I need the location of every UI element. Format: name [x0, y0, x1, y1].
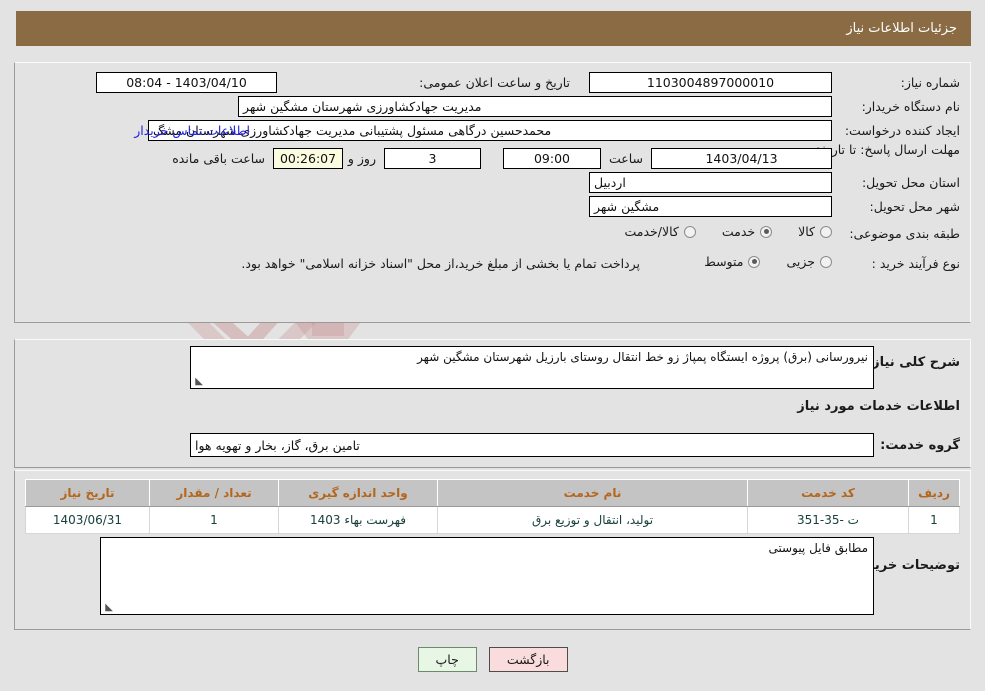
radio-circle-icon [683, 225, 696, 238]
need-number-field[interactable]: 1103004897000010 [589, 72, 832, 93]
countdown-field: 00:26:07 [273, 148, 343, 169]
service-items-table: ردیف کد خدمت نام خدمت واحد اندازه گیری ت… [25, 479, 960, 534]
radio-option-khedmat[interactable]: خدمت [721, 224, 773, 239]
buyer-org-field[interactable]: مدیریت جهادکشاورزی شهرستان مشگین شهر [238, 96, 832, 117]
col-name: نام خدمت [437, 479, 748, 507]
service-items-panel: ردیف کد خدمت نام خدمت واحد اندازه گیری ت… [14, 470, 971, 630]
radio-label: متوسط [704, 254, 744, 269]
page-title-text: جزئیات اطلاعات نیاز [846, 21, 957, 36]
cell-code: ت -35-351 [747, 506, 909, 534]
col-need-date: تاریخ نیاز [25, 479, 150, 507]
cell-index: 1 [908, 506, 960, 534]
buyer-contact-link[interactable]: اطلاعات تماس خریدار [134, 123, 250, 138]
cell-name: تولید، انتقال و توزیع برق [437, 506, 748, 534]
buyer-notes-textarea[interactable]: مطابق فایل پیوستی ◣ [100, 537, 874, 615]
radio-option-kala-khedmat[interactable]: کالا/خدمت [624, 224, 696, 239]
deadline-date-field[interactable]: 1403/04/13 [651, 148, 832, 169]
col-unit: واحد اندازه گیری [278, 479, 438, 507]
treasury-note-text: پرداخت تمام یا بخشی از مبلغ خرید،از محل … [241, 256, 640, 271]
table-row: 1 ت -35-351 تولید، انتقال و توزیع برق فه… [25, 506, 960, 534]
need-description-panel: شرح کلی نیاز: نیرورسانی (برق) پروژه ایست… [14, 339, 971, 468]
service-group-label: گروه خدمت: [880, 438, 960, 453]
delivery-city-field[interactable]: مشگین شهر [589, 196, 832, 217]
service-group-field[interactable]: تامین برق، گاز، بخار و تهویه هوا [190, 433, 874, 457]
need-number-label: شماره نیاز: [900, 75, 960, 90]
need-info-panel: شماره نیاز: 1103004897000010 تاریخ و ساع… [14, 62, 971, 323]
page-title: جزئیات اطلاعات نیاز [16, 11, 971, 46]
request-creator-label: ایجاد کننده درخواست: [844, 123, 960, 138]
back-button[interactable]: بازگشت [488, 647, 568, 672]
subject-category-label: طبقه بندی موضوعی: [849, 226, 960, 241]
radio-circle-selected-icon [760, 225, 773, 238]
cell-unit: فهرست بهاء 1403 [278, 506, 438, 534]
delivery-province-field[interactable]: اردبیل [589, 172, 832, 193]
deadline-label: مهلت ارسال پاسخ: تا تاریخ: [815, 142, 960, 157]
print-button[interactable]: چاپ [417, 647, 477, 672]
subject-category-radio-group: کالا خدمت کالا/خدمت [598, 224, 832, 239]
delivery-city-label: شهر محل تحویل: [869, 199, 960, 214]
deadline-hour-field[interactable]: 09:00 [503, 148, 601, 169]
radio-option-kala[interactable]: کالا [798, 224, 832, 239]
resize-grip-icon[interactable]: ◣ [103, 603, 113, 613]
need-summary-textarea[interactable]: نیرورسانی (برق) پروژه ایستگاه پمپاژ زو خ… [190, 346, 874, 389]
radio-label: جزیی [786, 254, 815, 269]
deadline-hour-label: ساعت [608, 151, 643, 166]
radio-label: کالا/خدمت [624, 224, 679, 239]
remaining-days-field[interactable]: 3 [384, 148, 481, 169]
purchase-process-label: نوع فرآیند خرید : [871, 256, 960, 271]
buyer-notes-text: مطابق فایل پیوستی [768, 541, 868, 555]
radio-option-motavaset[interactable]: متوسط [704, 254, 761, 269]
radio-label: خدمت [721, 224, 756, 239]
announce-datetime-field[interactable]: 1403/04/10 - 08:04 [96, 72, 277, 93]
radio-label: کالا [798, 224, 815, 239]
col-index: ردیف [908, 479, 960, 507]
col-qty: تعداد / مقدار [149, 479, 279, 507]
resize-grip-icon[interactable]: ◣ [193, 377, 203, 387]
cell-qty: 1 [149, 506, 279, 534]
radio-circle-selected-icon [748, 255, 761, 268]
need-summary-label: شرح کلی نیاز: [866, 355, 960, 370]
radio-circle-icon [820, 225, 832, 238]
cell-need-date: 1403/06/31 [25, 506, 150, 534]
countdown-label: ساعت باقی مانده [172, 151, 265, 166]
announce-datetime-label: تاریخ و ساعت اعلان عمومی: [419, 75, 570, 90]
table-header-row: ردیف کد خدمت نام خدمت واحد اندازه گیری ت… [25, 479, 960, 507]
action-buttons: بازگشت چاپ [0, 647, 985, 672]
buyer-org-label: نام دستگاه خریدار: [861, 99, 960, 114]
need-summary-text: نیرورسانی (برق) پروژه ایستگاه پمپاژ زو خ… [417, 350, 868, 364]
remaining-days-label: روز و [347, 151, 376, 166]
radio-option-jozei[interactable]: جزیی [786, 254, 832, 269]
services-section-heading: اطلاعات خدمات مورد نیاز [797, 399, 960, 414]
request-creator-field[interactable]: محمدحسین درگاهی مسئول پشتیبانی مدیریت جه… [148, 120, 832, 141]
col-code: کد خدمت [747, 479, 909, 507]
purchase-process-radio-group: جزیی متوسط [678, 254, 832, 269]
delivery-province-label: استان محل تحویل: [861, 175, 960, 190]
radio-circle-icon [820, 255, 832, 268]
